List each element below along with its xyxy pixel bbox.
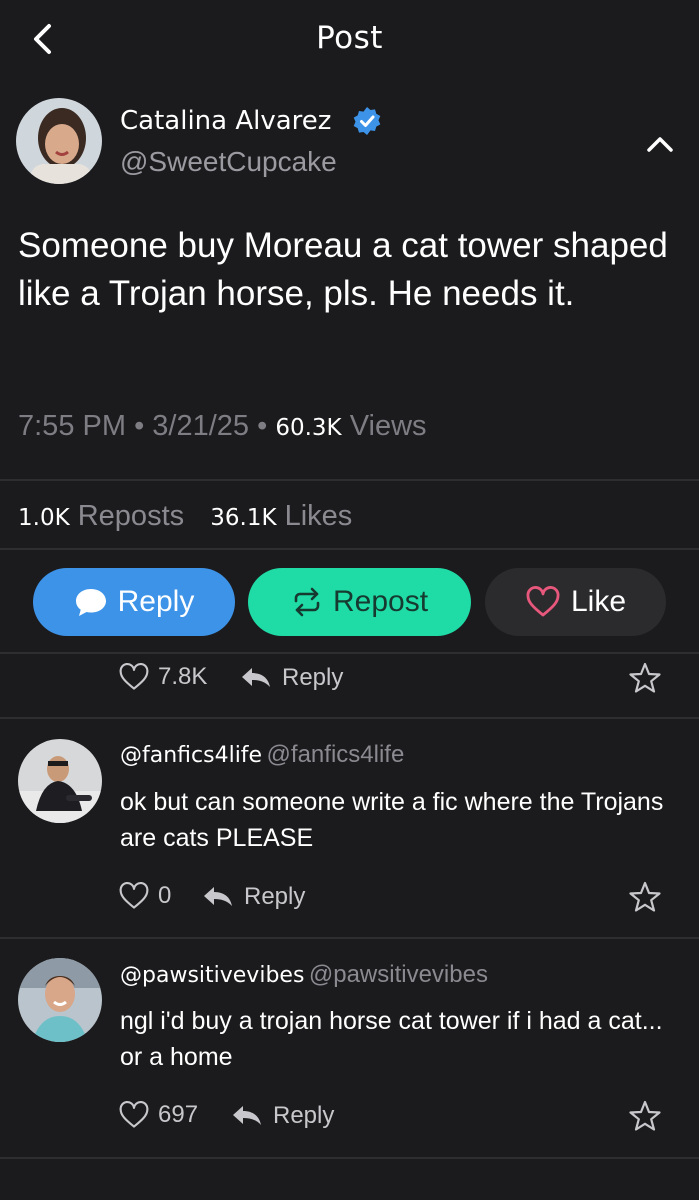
heart-outline-icon — [119, 1101, 149, 1128]
like-button[interactable]: Like — [485, 568, 666, 636]
comment-like-count: 0 — [158, 882, 172, 909]
divider — [0, 937, 699, 939]
meta-separator: • — [257, 410, 276, 442]
comment-text: ok but can someone write a fic where the… — [120, 788, 664, 852]
comment-reply-label: Reply — [273, 1102, 335, 1129]
reposts-count[interactable]: 1.0K — [18, 505, 70, 531]
reply-arrow-icon — [233, 1106, 261, 1125]
verified-badge-icon — [352, 106, 382, 136]
meta-separator: • — [134, 410, 153, 442]
comment-reply-label: Reply — [244, 883, 306, 910]
comment-reply-button[interactable]: Reply — [231, 1102, 334, 1130]
divider — [0, 1157, 699, 1159]
comment-reply-button[interactable]: Reply — [240, 664, 343, 692]
post-time: 7:55 PM — [18, 410, 126, 442]
comment-like-count: 697 — [158, 1101, 199, 1128]
comment-author-name[interactable]: @pawsitivevibes — [120, 963, 304, 988]
author-handle[interactable]: @SweetCupcake — [120, 146, 337, 178]
repost-button-label: Repost — [332, 585, 429, 618]
comment-reply-button[interactable]: Reply — [202, 883, 305, 911]
views-count: 60.3K — [275, 415, 342, 441]
speech-bubble-icon — [75, 589, 106, 616]
post-date: 3/21/25 — [152, 410, 250, 442]
star-icon[interactable] — [628, 880, 662, 919]
divider — [0, 717, 699, 719]
commenter-avatar[interactable] — [18, 958, 102, 1042]
star-icon[interactable] — [628, 661, 662, 700]
comment-like-button[interactable]: 697 — [118, 1100, 198, 1130]
top-bar: Post — [0, 0, 699, 80]
repost-icon — [294, 587, 320, 617]
likes-count[interactable]: 36.1K — [210, 505, 276, 531]
heart-outline-icon — [119, 882, 149, 909]
reply-button-label: Reply — [117, 585, 195, 618]
comment-reply-label: Reply — [282, 664, 344, 691]
page-title: Post — [316, 20, 383, 56]
comment-text: ngl i'd buy a trojan horse cat tower if … — [120, 1007, 663, 1071]
reply-arrow-icon — [242, 668, 270, 687]
divider — [0, 548, 699, 550]
chevron-up-icon[interactable] — [640, 128, 680, 158]
engagement-stats: 1.0K Reposts 36.1K Likes — [18, 500, 352, 533]
heart-icon — [526, 586, 560, 617]
divider — [0, 652, 699, 654]
comment-author-name[interactable]: @fanfics4life — [120, 743, 262, 768]
commenter-avatar[interactable] — [18, 739, 102, 823]
post-meta: 7:55 PM • 3/21/25 • 60.3K Views — [18, 410, 427, 443]
comment-header: @pawsitivevibes @pawsitivevibes — [120, 961, 488, 989]
author-avatar[interactable] — [16, 98, 102, 184]
views-label: Views — [349, 410, 427, 442]
star-icon[interactable] — [628, 1099, 662, 1138]
author-name[interactable]: Catalina Alvarez — [120, 106, 331, 136]
post-text: Someone buy Moreau a cat tower shaped li… — [18, 226, 668, 313]
repost-button[interactable]: Repost — [248, 568, 471, 636]
reply-arrow-icon — [204, 887, 232, 906]
reply-button[interactable]: Reply — [33, 568, 235, 636]
likes-label[interactable]: Likes — [285, 500, 353, 532]
comment-author-handle[interactable]: @pawsitivevibes — [309, 961, 488, 988]
comment-like-count: 7.8K — [158, 663, 208, 690]
divider — [0, 479, 699, 481]
comment-header: @fanfics4life @fanfics4life — [120, 741, 404, 769]
comment-author-handle[interactable]: @fanfics4life — [267, 741, 405, 768]
comment-like-button[interactable]: 7.8K — [118, 662, 207, 692]
reposts-label[interactable]: Reposts — [78, 500, 184, 532]
comment-like-button[interactable]: 0 — [118, 881, 171, 911]
heart-outline-icon — [119, 663, 149, 690]
like-button-label: Like — [570, 585, 627, 618]
